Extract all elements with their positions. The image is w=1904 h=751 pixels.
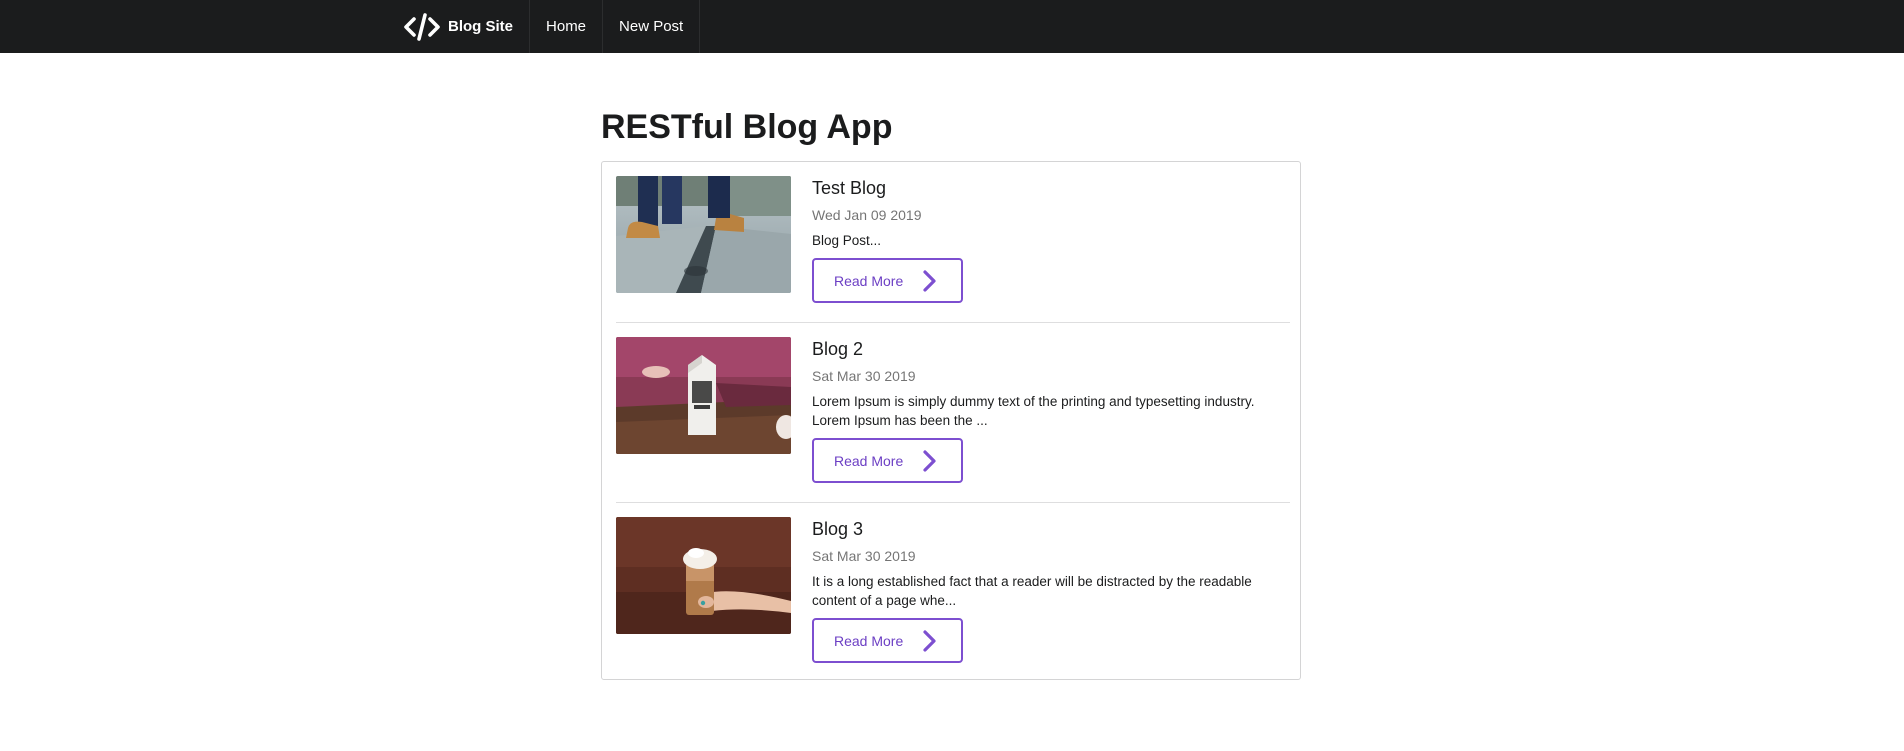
milk-carton-photo [616, 337, 791, 454]
blog-post-content: Blog 2 Sat Mar 30 2019 Lorem Ipsum is si… [812, 337, 1290, 430]
walking-boots-photo [616, 176, 791, 293]
iced-coffee-photo [616, 517, 791, 634]
read-more-button[interactable]: Read More [812, 618, 963, 663]
blog-post-item: Blog 3 Sat Mar 30 2019 It is a long esta… [616, 502, 1290, 675]
blog-post-description: It is a long established fact that a rea… [812, 574, 1252, 608]
chevron-right-icon [921, 449, 939, 473]
chevron-right-icon [921, 629, 939, 653]
blog-post-content: Test Blog Wed Jan 09 2019 Blog Post... [812, 176, 1290, 250]
blog-post-content: Blog 3 Sat Mar 30 2019 It is a long esta… [812, 517, 1290, 610]
navbar-menu: Blog Site Home New Post [390, 0, 701, 53]
read-more-button[interactable]: Read More [812, 258, 963, 303]
chevron-right-icon [921, 269, 939, 293]
brand-label: Blog Site [448, 18, 514, 35]
nav-item-home[interactable]: Home [530, 0, 604, 53]
blog-post-description: Blog Post... [812, 233, 882, 248]
page-title: RESTful Blog App [601, 108, 893, 146]
blog-post-date: Wed Jan 09 2019 [812, 207, 922, 223]
blog-post-date: Sat Mar 30 2019 [812, 548, 916, 564]
blog-post-title[interactable]: Blog 3 [812, 517, 1290, 541]
nav-item-new-post[interactable]: New Post [603, 0, 701, 53]
read-more-button[interactable]: Read More [812, 438, 963, 483]
blog-post-item: Blog 2 Sat Mar 30 2019 Lorem Ipsum is si… [616, 322, 1290, 501]
read-more-label: Read More [834, 272, 904, 289]
blog-list: Test Blog Wed Jan 09 2019 Blog Post... R… [601, 161, 1301, 680]
blog-post-title[interactable]: Blog 2 [812, 337, 1290, 361]
brand-link[interactable]: Blog Site [390, 0, 531, 53]
blog-post-title[interactable]: Test Blog [812, 176, 1290, 200]
blog-post-date: Sat Mar 30 2019 [812, 368, 916, 384]
code-icon [404, 12, 440, 41]
top-navbar: Blog Site Home New Post [0, 0, 1904, 53]
read-more-label: Read More [834, 632, 904, 649]
blog-post-description: Lorem Ipsum is simply dummy text of the … [812, 394, 1255, 428]
blog-post-item: Test Blog Wed Jan 09 2019 Blog Post... R… [616, 176, 1290, 322]
read-more-label: Read More [834, 452, 904, 469]
